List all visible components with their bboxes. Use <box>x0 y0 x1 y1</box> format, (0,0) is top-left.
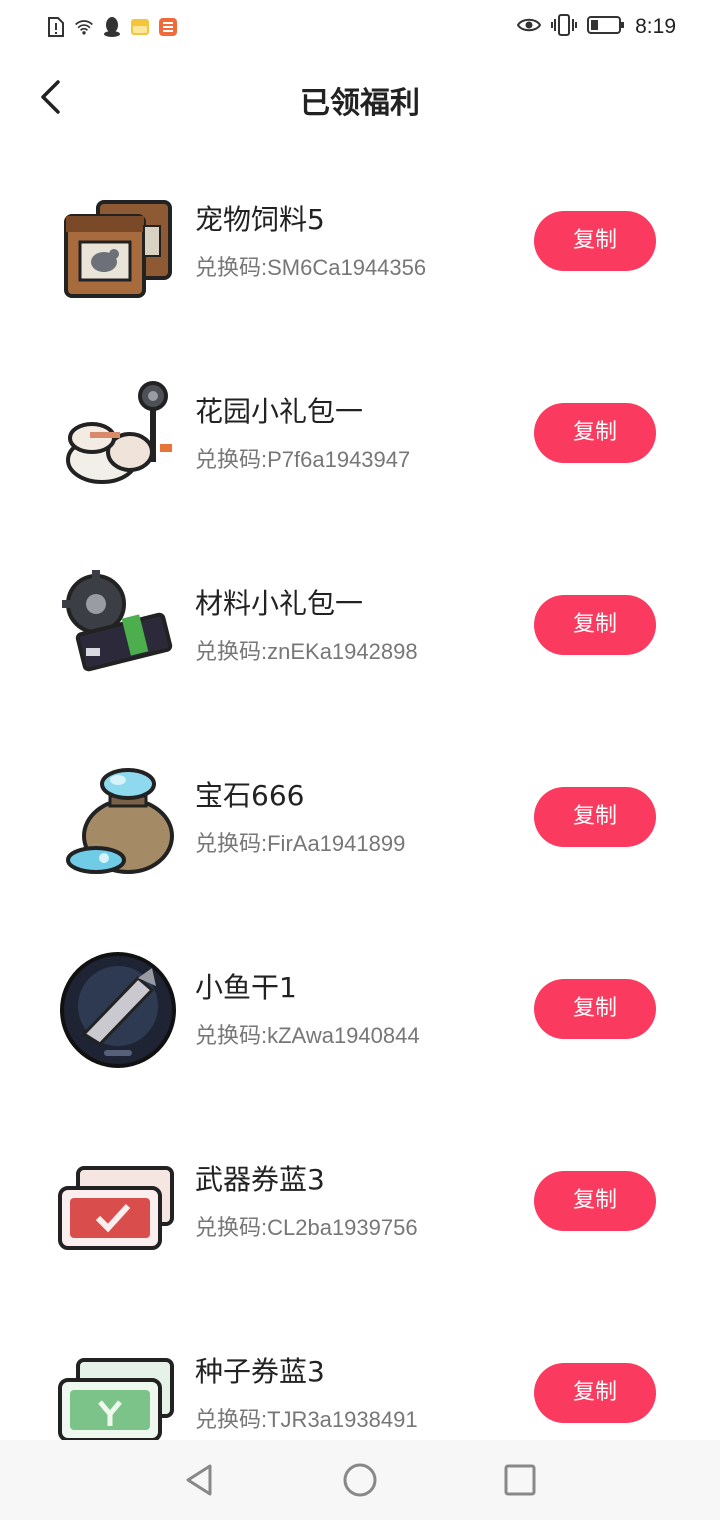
list-item: 花园小礼包一 兑换码:P7f6a1943947 复制 <box>0 354 720 514</box>
item-code: 兑换码:kZAwa1940844 <box>195 1023 420 1048</box>
app-icon <box>158 16 178 38</box>
copy-button[interactable]: 复制 <box>534 595 656 655</box>
home-circle-icon <box>343 1463 377 1497</box>
item-code: 兑换码:SM6Ca1944356 <box>195 255 427 280</box>
item-name: 宝石666 <box>195 779 305 812</box>
battery-icon <box>587 15 625 39</box>
list-item: 武器券蓝3 兑换码:CL2ba1939756 复制 <box>0 1122 720 1282</box>
recents-square-icon <box>504 1464 536 1496</box>
gem-bag-icon <box>56 756 180 880</box>
eye-icon <box>516 16 542 38</box>
folder-icon <box>130 16 150 38</box>
copy-button[interactable]: 复制 <box>534 403 656 463</box>
vibrate-icon <box>551 14 578 40</box>
weapon-ticket-icon <box>56 1140 180 1264</box>
material-gift-icon <box>56 564 180 688</box>
list-item: 小鱼干1 兑换码:kZAwa1940844 复制 <box>0 930 720 1090</box>
header: 已领福利 <box>0 56 720 142</box>
nav-back-button[interactable] <box>180 1460 220 1500</box>
system-nav-bar <box>0 1440 720 1520</box>
pet-food-icon <box>56 180 180 304</box>
nav-recents-button[interactable] <box>500 1460 540 1500</box>
item-name: 小鱼干1 <box>195 971 297 1004</box>
nav-home-button[interactable] <box>340 1460 380 1500</box>
item-name: 材料小礼包一 <box>195 587 364 620</box>
copy-button[interactable]: 复制 <box>534 979 656 1039</box>
seed-ticket-icon <box>56 1332 180 1456</box>
wifi-icon <box>74 16 94 38</box>
copy-button[interactable]: 复制 <box>534 787 656 847</box>
copy-button[interactable]: 复制 <box>534 1363 656 1423</box>
item-name: 宠物饲料5 <box>195 203 325 236</box>
copy-button[interactable]: 复制 <box>534 211 656 271</box>
page-title: 已领福利 <box>300 86 420 121</box>
qq-icon <box>102 16 122 38</box>
item-code: 兑换码:FirAa1941899 <box>195 831 406 856</box>
item-code: 兑换码:CL2ba1939756 <box>195 1215 418 1240</box>
item-code: 兑换码:TJR3a1938491 <box>195 1407 418 1432</box>
item-name: 种子券蓝3 <box>195 1355 325 1388</box>
list-item: 材料小礼包一 兑换码:znEKa1942898 复制 <box>0 546 720 706</box>
clock: 8:19 <box>635 15 676 38</box>
dried-fish-icon <box>56 948 180 1072</box>
sim-alert-icon <box>46 16 66 38</box>
item-code: 兑换码:P7f6a1943947 <box>195 447 411 472</box>
copy-button[interactable]: 复制 <box>534 1171 656 1231</box>
item-name: 武器券蓝3 <box>195 1163 325 1196</box>
back-triangle-icon <box>186 1464 212 1496</box>
garden-gift-icon <box>56 372 180 496</box>
list-item: 宝石666 兑换码:FirAa1941899 复制 <box>0 738 720 898</box>
item-name: 花园小礼包一 <box>195 395 364 428</box>
item-code: 兑换码:znEKa1942898 <box>195 639 418 664</box>
list-item: 宠物饲料5 兑换码:SM6Ca1944356 复制 <box>0 162 720 322</box>
status-bar: 8:19 <box>0 0 720 56</box>
